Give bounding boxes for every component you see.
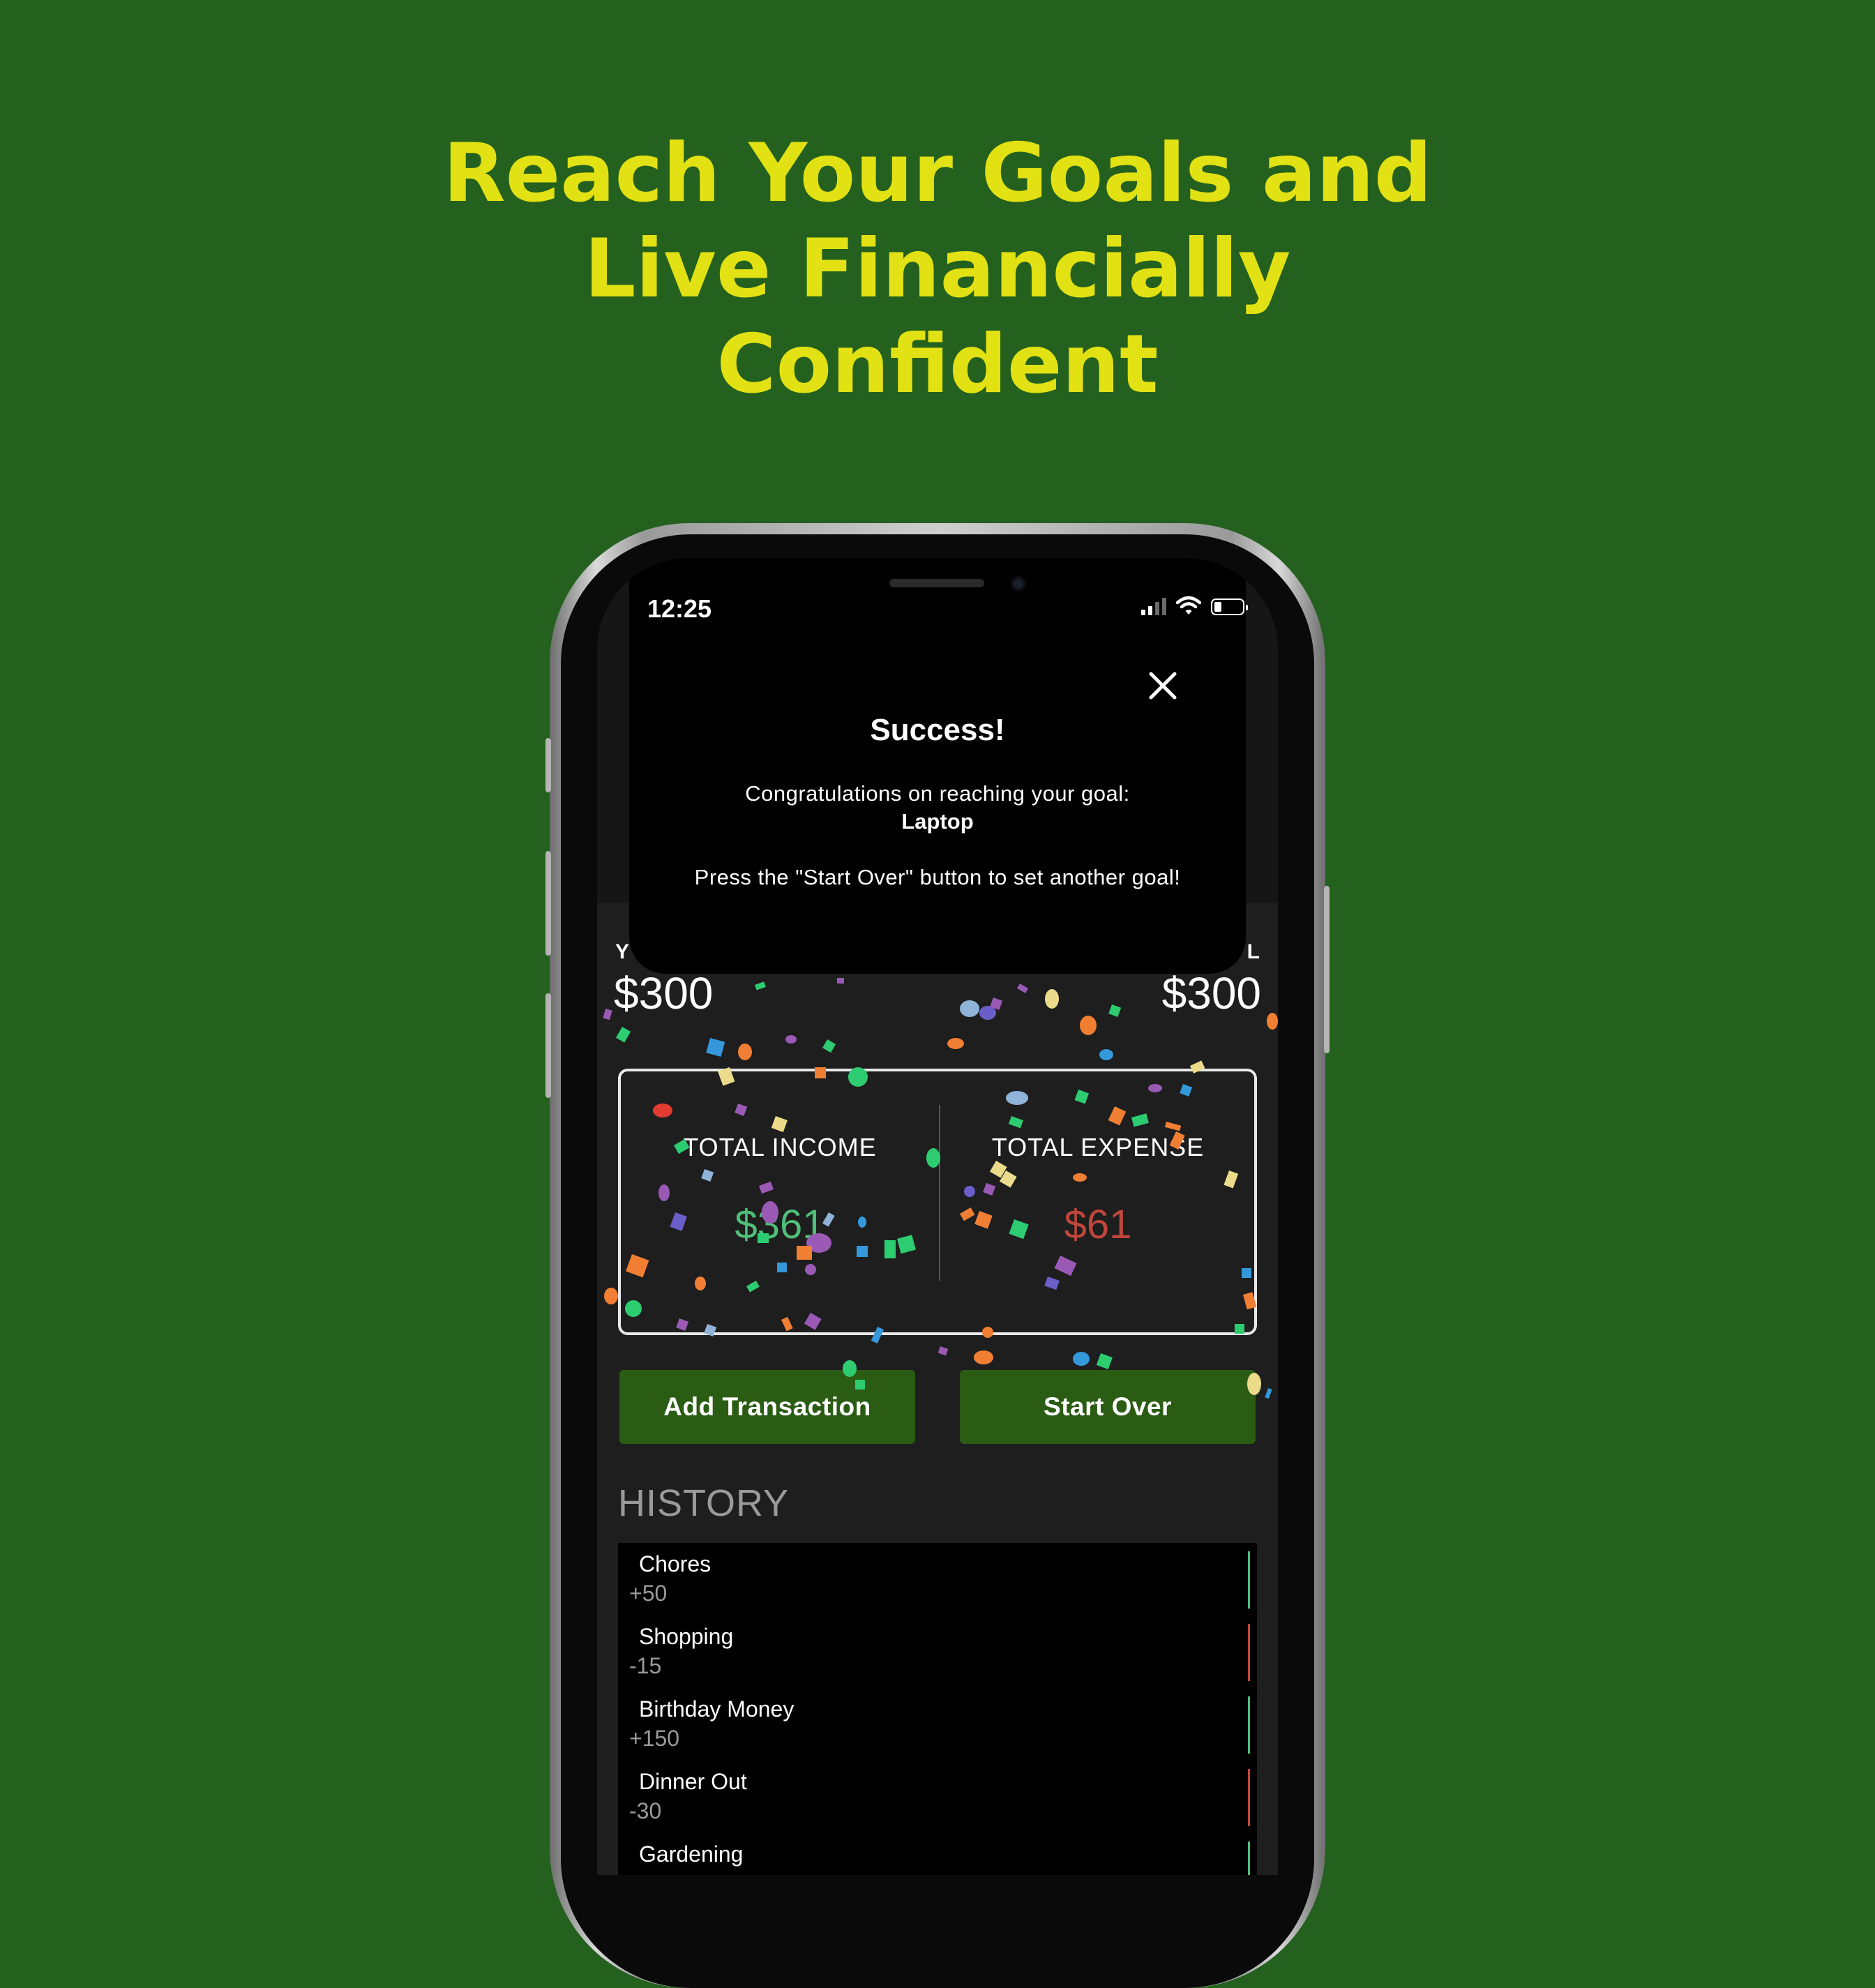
status-icons [1141, 596, 1248, 615]
modal-title: Success! [870, 713, 1005, 747]
history-list: Chores +50 Shopping -15 Birthday Money +… [618, 1543, 1257, 1875]
promo-headline: Reach Your Goals and Live Financially Co… [0, 126, 1875, 412]
goal-amount-value: $300 [1161, 968, 1261, 1018]
front-camera [1011, 576, 1026, 592]
headline-line-3: Confident [716, 317, 1159, 412]
total-expense-value: $61 [1064, 1202, 1132, 1247]
phone-volume-up-button [545, 851, 551, 956]
add-transaction-button[interactable]: Add Transaction [619, 1370, 915, 1444]
app-screen: 12:25 Success! Congratulations on reachi… [597, 558, 1278, 1875]
transaction-name: Chores [639, 1551, 711, 1576]
total-expense-label: TOTAL EXPENSE [991, 1133, 1205, 1161]
list-item[interactable]: Shopping -15 [618, 1616, 1257, 1688]
transaction-name: Dinner Out [639, 1769, 747, 1794]
transaction-name: Shopping [639, 1624, 734, 1649]
phone-notch [750, 558, 1125, 625]
start-over-button[interactable]: Start Over [960, 1370, 1256, 1444]
transaction-amount: +150 [629, 1726, 680, 1751]
transaction-amount: -30 [629, 1798, 662, 1823]
battery-icon [1211, 598, 1248, 615]
expense-indicator [1248, 1624, 1250, 1681]
status-time: 12:25 [647, 594, 712, 623]
phone-mute-switch [545, 738, 551, 792]
headline-line-2: Live Financially [584, 222, 1291, 316]
phone-power-button [1324, 886, 1330, 1053]
transaction-amount: +50 [629, 1581, 668, 1606]
close-icon[interactable] [1147, 670, 1179, 702]
income-indicator [1248, 1842, 1250, 1875]
headline-line-1: Reach Your Goals and [443, 126, 1432, 220]
totals-divider [939, 1105, 940, 1281]
transaction-amount: -15 [629, 1653, 662, 1678]
goal-amount-label: L [1247, 940, 1260, 963]
totals-card: TOTAL INCOME $361 TOTAL EXPENSE $61 [618, 1069, 1257, 1335]
list-item[interactable]: Birthday Money +150 [618, 1688, 1257, 1761]
list-item[interactable]: Gardening [618, 1833, 1257, 1875]
modal-goal-name: Laptop [901, 809, 974, 834]
expense-indicator [1248, 1769, 1250, 1826]
saved-amount-label: Y [615, 940, 630, 963]
cellular-signal-icon [1141, 597, 1166, 615]
total-income-value: $361 [735, 1202, 825, 1247]
list-item[interactable]: Chores +50 [618, 1543, 1257, 1616]
transaction-name: Gardening [639, 1842, 744, 1867]
speaker-grille [889, 579, 984, 587]
history-title: HISTORY [618, 1482, 790, 1524]
modal-instruction: Press the "Start Over" button to set ano… [694, 865, 1181, 889]
list-item[interactable]: Dinner Out -30 [618, 1761, 1257, 1833]
transaction-name: Birthday Money [639, 1696, 795, 1722]
income-indicator [1248, 1551, 1250, 1609]
wifi-icon [1176, 596, 1201, 615]
income-indicator [1248, 1696, 1250, 1754]
saved-amount-value: $300 [614, 968, 714, 1018]
modal-message: Congratulations on reaching your goal: [745, 781, 1130, 806]
total-income-label: TOTAL INCOME [683, 1133, 877, 1161]
phone-volume-down-button [545, 993, 551, 1098]
